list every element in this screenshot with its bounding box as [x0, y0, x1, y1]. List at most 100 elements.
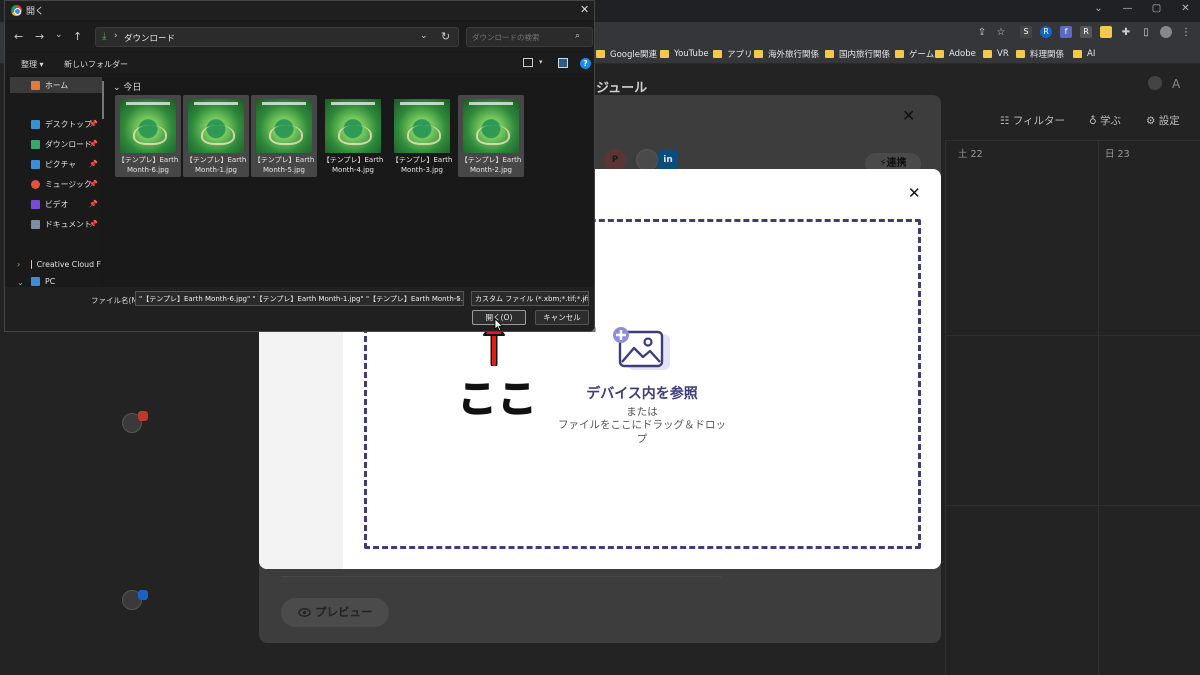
- window-controls: ⌄ — ▢ ✕: [1084, 0, 1200, 20]
- bookmark-label: Google関連: [610, 50, 657, 60]
- maximize-button[interactable]: ▢: [1142, 0, 1171, 20]
- desktop-icon: [31, 119, 40, 129]
- cancel-button[interactable]: キャンセル: [535, 310, 589, 325]
- file-item[interactable]: 【テンプレ】Earth Month-1.jpg: [183, 95, 249, 177]
- pin-icon[interactable]: 📌: [89, 200, 98, 208]
- account-avatar[interactable]: [636, 149, 658, 171]
- sidebar-item-desktop[interactable]: デスクトップ: [31, 116, 92, 132]
- chrome-logo-icon: [11, 5, 22, 16]
- resize-grip-icon[interactable]: ◢: [591, 326, 596, 333]
- sidebar-item-home[interactable]: ホーム: [10, 77, 102, 93]
- folder-icon: [935, 50, 944, 58]
- sidebar-icon[interactable]: ▯: [1140, 27, 1152, 39]
- pin-icon[interactable]: 📌: [89, 140, 98, 148]
- gear-icon: ⚙: [1146, 115, 1159, 127]
- share-icon[interactable]: ⇪: [976, 27, 988, 39]
- chevron-down-icon[interactable]: ⌄: [17, 278, 24, 287]
- chevron-right-icon[interactable]: ›: [17, 260, 20, 269]
- minimize-button[interactable]: —: [1113, 0, 1142, 20]
- back-arrow-icon[interactable]: ←: [14, 30, 23, 43]
- sidebar-item-downloads[interactable]: ダウンロード: [31, 136, 92, 152]
- preview-pane-icon[interactable]: [558, 58, 568, 68]
- close-icon[interactable]: ✕: [902, 106, 915, 125]
- file-thumbnail: [463, 99, 519, 153]
- pin-icon[interactable]: 📌: [89, 120, 98, 128]
- filename-input[interactable]: "【テンプレ】Earth Month-6.jpg" "【テンプレ】Earth M…: [135, 291, 464, 306]
- sidebar-item-documents[interactable]: ドキュメント: [31, 216, 92, 232]
- bookmark-google[interactable]: Google関連: [596, 47, 657, 61]
- up-arrow-icon[interactable]: ↑: [73, 30, 82, 43]
- navigation-scrollbar[interactable]: [102, 81, 104, 119]
- settings-button[interactable]: ⚙ 設定: [1146, 113, 1180, 128]
- file-item[interactable]: 【テンプレ】Earth Month-3.jpg: [389, 95, 455, 177]
- bookmark-youtube[interactable]: YouTube: [660, 47, 709, 61]
- close-icon[interactable]: ✕: [580, 3, 589, 16]
- sidebar-item-pictures[interactable]: ピクチャ: [31, 156, 76, 172]
- menu-icon[interactable]: ⋮: [1180, 27, 1192, 39]
- bookmark-overseas-travel[interactable]: 海外旅行関係: [754, 47, 819, 61]
- close-window-button[interactable]: ✕: [1171, 0, 1200, 20]
- pin-icon[interactable]: 📌: [89, 180, 98, 188]
- help-icon[interactable]: ?: [580, 58, 591, 69]
- tab-search-button[interactable]: ⌄: [1084, 0, 1113, 20]
- close-icon[interactable]: ✕: [908, 184, 921, 202]
- extension-s-icon[interactable]: S: [1020, 26, 1032, 38]
- linkedin-icon[interactable]: in: [658, 150, 678, 170]
- sidebar-item-pc[interactable]: PC: [31, 276, 55, 287]
- bookmark-apps[interactable]: アプリ: [713, 47, 753, 61]
- pin-icon[interactable]: 📌: [89, 220, 98, 228]
- extension-r-icon[interactable]: R: [1040, 26, 1052, 38]
- sidebar-item-creative-cloud[interactable]: Creative Cloud F: [31, 256, 101, 272]
- file-item[interactable]: 【テンプレ】Earth Month-6.jpg: [115, 95, 181, 177]
- extension-rx-icon[interactable]: R: [1080, 26, 1092, 38]
- bookmark-adobe[interactable]: Adobe: [935, 47, 976, 61]
- chevron-down-icon[interactable]: ⌄: [455, 294, 461, 302]
- sidebar-item-label: ビデオ: [45, 199, 69, 209]
- filter-button[interactable]: ☷ フィルター: [1000, 113, 1065, 128]
- browse-device-link[interactable]: デバイス内を参照: [560, 383, 724, 403]
- chevron-down-icon[interactable]: ⌄: [420, 31, 428, 41]
- folder-icon: [754, 50, 763, 58]
- search-input[interactable]: [466, 27, 593, 47]
- instagram-badge-icon: [138, 411, 148, 421]
- forward-arrow-icon[interactable]: →: [35, 30, 44, 43]
- folder-icon: [596, 50, 605, 58]
- view-mode-icon[interactable]: [523, 58, 533, 67]
- chevron-down-icon[interactable]: ▾: [539, 58, 543, 66]
- bookmark-games[interactable]: ゲーム: [895, 47, 934, 61]
- chevron-down-icon[interactable]: ⌄: [581, 294, 587, 302]
- star-icon[interactable]: ☆: [995, 27, 1007, 39]
- calendar-divider: [945, 140, 1200, 141]
- extension-f-icon[interactable]: f: [1060, 26, 1072, 38]
- extensions-icon[interactable]: ✚: [1120, 27, 1132, 39]
- new-folder-button[interactable]: 新しいフォルダー: [64, 59, 128, 70]
- group-header-today[interactable]: ⌄ 今日: [113, 80, 141, 93]
- file-item[interactable]: 【テンプレ】Earth Month-2.jpg: [458, 95, 524, 177]
- sidebar-item-music[interactable]: ミュージック: [31, 176, 92, 192]
- download-icon: [31, 139, 40, 149]
- organize-button[interactable]: 整理 ▾: [21, 59, 44, 70]
- sidebar-item-label: ホーム: [45, 80, 69, 90]
- file-item[interactable]: 【テンプレ】Earth Month-4.jpg: [320, 95, 386, 177]
- learn-button[interactable]: ♁ 学ぶ: [1089, 113, 1121, 128]
- refresh-icon[interactable]: ↻: [441, 30, 450, 43]
- profile-avatar[interactable]: [1160, 26, 1172, 38]
- bookmark-ai[interactable]: AI: [1073, 47, 1095, 61]
- file-thumbnail: [394, 99, 450, 153]
- bookmark-vr[interactable]: VR: [983, 47, 1009, 61]
- pin-icon[interactable]: 📌: [89, 160, 98, 168]
- file-item[interactable]: 【テンプレ】Earth Month-5.jpg: [251, 95, 317, 177]
- address-path[interactable]: ダウンロード: [124, 32, 175, 44]
- search-icon: ⌕: [575, 31, 581, 41]
- bookmark-domestic-travel[interactable]: 国内旅行関係: [825, 47, 890, 61]
- user-avatar[interactable]: [1148, 76, 1162, 90]
- extension-note-icon[interactable]: [1100, 26, 1112, 38]
- bookmark-cooking[interactable]: 料理関係: [1016, 47, 1064, 61]
- page-title: ジュール: [596, 81, 648, 96]
- calendar-divider: [1098, 140, 1099, 675]
- recent-locations-icon[interactable]: ⌄: [55, 30, 63, 40]
- sidebar-item-videos[interactable]: ビデオ: [31, 196, 68, 212]
- bookmark-label: VR: [997, 49, 1009, 59]
- pinterest-icon[interactable]: P: [604, 149, 626, 171]
- filetype-select[interactable]: カスタム ファイル (*.xbm;*.tif;*.jfif;*: [471, 291, 589, 306]
